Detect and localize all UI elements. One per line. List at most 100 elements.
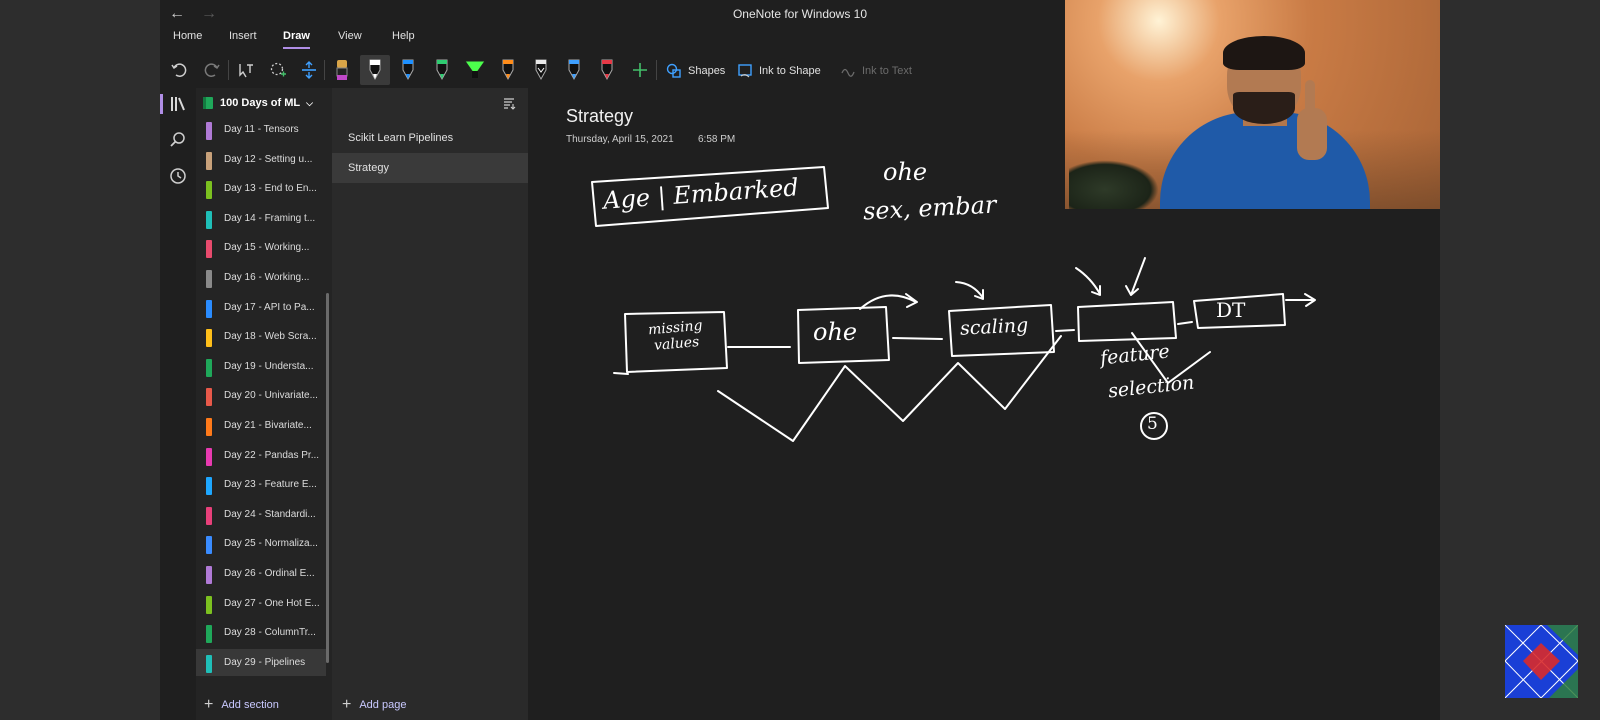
section-item-label: Day 20 - Univariate...: [224, 390, 318, 402]
section-color-tab: [206, 506, 212, 525]
pages-panel: Scikit Learn Pipelines Strategy + Add pa…: [332, 88, 528, 720]
pen-green-icon[interactable]: [430, 58, 454, 82]
plus-icon: +: [342, 696, 352, 713]
tab-home[interactable]: Home: [173, 30, 202, 42]
add-section-button[interactable]: + Add section: [204, 690, 279, 720]
ink-arrow: [1125, 257, 1146, 296]
section-list: Day 11 - Tensors Day 12 - Setting u... Day…: [196, 116, 326, 676]
section-color-tab: [206, 210, 212, 229]
section-item[interactable]: Day 24 - Standardi...: [196, 501, 326, 531]
ink-text-scaling: scaling: [959, 314, 1029, 340]
section-item[interactable]: Day 13 - End to En...: [196, 175, 326, 205]
add-pen-icon[interactable]: [628, 58, 652, 82]
section-item-label: Day 19 - Understa...: [224, 360, 314, 372]
section-item[interactable]: Day 16 - Working...: [196, 264, 326, 294]
recent-notes-icon[interactable]: [164, 162, 192, 190]
lasso-select-icon[interactable]: [266, 58, 290, 82]
section-item[interactable]: Day 11 - Tensors: [196, 116, 326, 146]
pen-orange-icon[interactable]: [496, 58, 520, 82]
section-color-tab: [206, 122, 212, 140]
notebook-picker[interactable]: 100 Days of ML ⌵: [202, 96, 313, 110]
pen-white-icon[interactable]: [360, 55, 390, 85]
undo-icon[interactable]: [167, 58, 191, 82]
tab-view[interactable]: View: [338, 30, 362, 42]
section-item[interactable]: Day 15 - Working...: [196, 234, 326, 264]
pencil-galaxy-icon[interactable]: [529, 58, 553, 82]
sections-scrollbar[interactable]: [326, 293, 329, 663]
tab-help[interactable]: Help: [392, 30, 415, 42]
add-page-button[interactable]: + Add page: [342, 690, 406, 720]
highlighter-green-icon[interactable]: [463, 58, 487, 82]
toolbar-divider: [228, 60, 229, 80]
section-item-label: Day 21 - Bivariate...: [224, 420, 312, 431]
section-item-label: Day 23 - Feature E...: [224, 479, 317, 491]
shapes-icon: [666, 63, 681, 78]
ink-to-shape-icon: [738, 64, 752, 78]
pen-lightblue-icon[interactable]: [562, 58, 586, 82]
search-icon[interactable]: [164, 126, 192, 154]
redo-icon[interactable]: [200, 58, 224, 82]
sections-panel: 100 Days of ML ⌵ Day 11 - Tensors Day 12 …: [196, 88, 332, 720]
ink-to-shape-button[interactable]: Ink to Shape: [737, 63, 821, 79]
section-item[interactable]: Day 19 - Understa...: [196, 353, 326, 383]
section-item[interactable]: Day 18 - Web Scra...: [196, 323, 326, 353]
section-item-label: Day 28 - ColumnTr...: [224, 627, 316, 639]
page-item-label: Scikit Learn Pipelines: [348, 132, 454, 144]
section-item[interactable]: Day 26 - Ordinal E...: [196, 560, 326, 590]
section-item[interactable]: Day 17 - API to Pa...: [196, 294, 326, 324]
section-item[interactable]: Day 21 - Bivariate...: [196, 412, 326, 442]
notebooks-icon[interactable]: [160, 90, 192, 118]
ink-to-text-button[interactable]: Ink to Text: [840, 63, 912, 79]
section-color-tab: [206, 240, 212, 259]
pen-blue-icon[interactable]: [396, 58, 420, 82]
page-item-scikit-learn-pipelines[interactable]: Scikit Learn Pipelines: [332, 123, 528, 153]
tab-draw[interactable]: Draw: [283, 30, 310, 49]
presenter-shirt: [1160, 112, 1370, 209]
pen-red-icon[interactable]: [595, 58, 619, 82]
section-item[interactable]: Day 27 - One Hot E...: [196, 590, 326, 620]
section-item[interactable]: Day 23 - Feature E...: [196, 471, 326, 501]
navigation-rail: [160, 88, 196, 720]
tab-insert[interactable]: Insert: [229, 30, 257, 42]
section-item-label: Day 27 - One Hot E...: [224, 597, 320, 609]
section-item-label: Day 11 - Tensors: [224, 124, 299, 135]
notebook-icon: [203, 97, 213, 109]
section-color-tab: [206, 299, 212, 318]
section-item[interactable]: Day 14 - Framing t...: [196, 205, 326, 235]
ink-connector: [1055, 329, 1075, 332]
section-item[interactable]: Day 20 - Univariate...: [196, 382, 326, 412]
section-color-tab: [206, 595, 212, 614]
section-item[interactable]: Day 28 - ColumnTr...: [196, 619, 326, 649]
highlighter-purple-icon[interactable]: [330, 58, 354, 82]
section-item-label: Day 14 - Framing t...: [224, 212, 316, 224]
ink-arrow: [955, 281, 984, 300]
section-color-tab: [206, 625, 212, 644]
sort-icon[interactable]: [502, 96, 516, 115]
section-item[interactable]: Day 22 - Pandas Pr...: [196, 442, 326, 472]
add-space-icon[interactable]: [297, 58, 321, 82]
section-item[interactable]: Day 29 - Pipelines: [196, 648, 326, 676]
chevron-down-icon: ⌵: [306, 97, 313, 108]
ink-arrow-output: [1285, 293, 1316, 307]
type-select-icon[interactable]: [234, 58, 258, 82]
ink-text-badge-5: 5: [1147, 414, 1158, 434]
ink-to-text-icon: [841, 68, 855, 77]
ink-text-dt: DT: [1216, 298, 1246, 322]
add-section-label: Add section: [221, 699, 279, 711]
page-item-strategy[interactable]: Strategy: [332, 153, 528, 183]
webcam-plant: [1069, 160, 1159, 209]
section-item-label: Day 25 - Normaliza...: [224, 538, 318, 550]
notebook-name: 100 Days of ML: [220, 97, 301, 109]
presenter-beard: [1233, 92, 1295, 124]
section-item[interactable]: Day 12 - Setting u...: [196, 146, 326, 176]
shapes-label: Shapes: [688, 65, 726, 77]
section-item[interactable]: Day 25 - Normaliza...: [196, 530, 326, 560]
section-color-tab: [206, 566, 212, 584]
shapes-button[interactable]: Shapes: [666, 63, 725, 79]
ink-connector: [1177, 321, 1193, 325]
section-color-tab: [206, 358, 212, 377]
section-item-label: Day 22 - Pandas Pr...: [224, 449, 320, 461]
ink-to-shape-label: Ink to Shape: [759, 65, 821, 77]
section-color-tab: [206, 418, 212, 436]
section-color-tab: [206, 477, 212, 496]
